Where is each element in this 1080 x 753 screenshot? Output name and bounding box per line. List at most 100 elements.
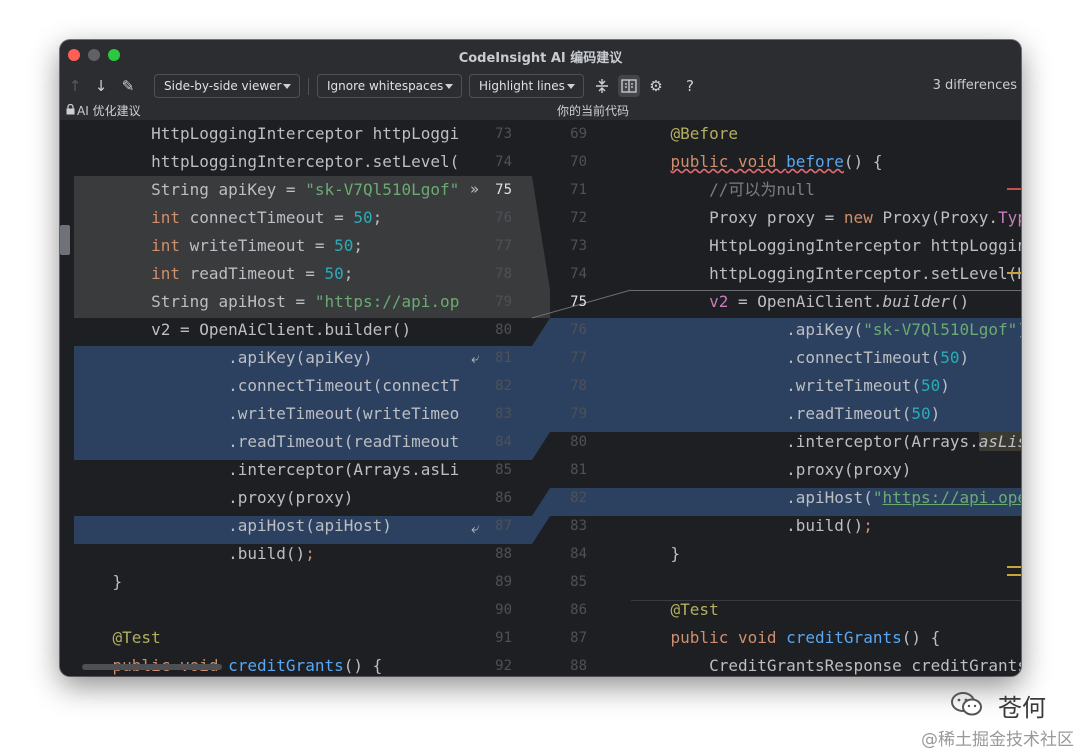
right-line-83: .build();: [632, 516, 873, 535]
left-line-number: 91: [495, 630, 512, 646]
right-line-number: 78: [570, 378, 587, 394]
left-line-73: HttpLoggingInterceptor httpLoggingInterc…: [151, 124, 459, 143]
right-line-72: Proxy proxy = new Proxy(Proxy.Type.HTTP,…: [632, 208, 1021, 227]
left-line-75: String apiKey = "sk-V7Ql510Lgof";: [74, 180, 459, 199]
left-edge: [60, 120, 74, 676]
left-line-number: 86: [495, 490, 512, 506]
help-button[interactable]: ?: [679, 75, 701, 97]
left-line-number: 73: [495, 126, 512, 142]
edit-icon[interactable]: ✎: [117, 75, 139, 97]
right-line-74: httpLoggingInterceptor.setLevel(HttpLogg…: [709, 264, 1021, 283]
left-line-81: .apiKey(apiKey): [74, 348, 373, 367]
right-line-84: }: [632, 544, 681, 563]
left-pane-title: AI 优化建议: [77, 104, 141, 118]
left-line-number: 74: [495, 154, 512, 170]
right-line-80: .interceptor(Arrays.asList(httpLoggingIn…: [632, 428, 1021, 456]
right-line-number: 72: [570, 210, 587, 226]
chevron-down-icon: [567, 84, 575, 89]
left-line-74: httpLoggingInterceptor.setLevel(HttpLogg…: [151, 152, 459, 171]
right-line-86: @Test: [670, 600, 719, 619]
left-line-number: 77: [495, 238, 512, 254]
right-line-number: 85: [570, 574, 587, 590]
right-line-82: .apiHost("https://api.openai.com/"): [632, 488, 1021, 507]
right-line-number: 73: [570, 238, 587, 254]
right-pane-label: 你的当前代码: [557, 104, 630, 118]
left-pane-label: AI 优化建议: [66, 102, 141, 119]
chevron-down-icon: [283, 84, 291, 89]
right-line-number: 76: [570, 322, 587, 338]
right-line-number: 75: [570, 294, 587, 310]
highlight-mode-label: Highlight lines: [479, 79, 565, 93]
left-line-number: 79: [495, 294, 512, 310]
right-line-number: 69: [570, 126, 587, 142]
watermark-author: 苍何: [998, 694, 1046, 722]
right-line-75: v2 = OpenAiClient.builder(): [709, 292, 970, 311]
left-line-80: v2 = OpenAiClient.builder(): [74, 320, 412, 339]
right-line-number: 82: [570, 490, 587, 506]
right-line-78: .writeTimeout(50): [632, 376, 950, 395]
left-line-83: .writeTimeout(writeTimeout): [74, 404, 459, 423]
right-line-number: 74: [570, 266, 587, 282]
right-line-number: 80: [570, 434, 587, 450]
arrow-down-icon[interactable]: ↓: [90, 75, 112, 97]
gear-icon[interactable]: ⚙: [645, 75, 667, 97]
highlight-mode-dropdown[interactable]: Highlight lines: [469, 74, 584, 98]
apply-change-icon[interactable]: ⤶: [471, 349, 479, 367]
right-line-81: .proxy(proxy): [632, 460, 912, 479]
diff-window: CodeInsight AI 编码建议 ↑ ↓ ✎ Side-by-side v…: [60, 40, 1021, 676]
left-line-82: .connectTimeout(connectTimeout): [228, 376, 459, 395]
left-line-number: 90: [495, 602, 512, 618]
right-line-number: 83: [570, 518, 587, 534]
left-line-number: 89: [495, 574, 512, 590]
right-line-76: .apiKey("sk-V7Ql510Lgof"): [632, 320, 1021, 339]
arrow-up-icon[interactable]: ↑: [64, 75, 86, 97]
window-title: CodeInsight AI 编码建议: [458, 51, 623, 66]
right-line-88: CreditGrantsResponse creditGrantsRespons…: [709, 656, 1021, 675]
viewer-mode-label: Side-by-side viewer: [164, 79, 282, 93]
right-line-79: .readTimeout(50): [632, 404, 941, 423]
diff-toolbar: ↑ ↓ ✎ Side-by-side viewer Ignore whitesp…: [60, 70, 1021, 102]
viewer-mode-dropdown[interactable]: Side-by-side viewer: [154, 74, 300, 98]
left-line-87: .apiHost(apiHost): [74, 516, 392, 535]
right-line-number: 84: [570, 546, 587, 562]
left-line-76: int connectTimeout = 50;: [151, 208, 383, 227]
right-line-number: 71: [570, 182, 587, 198]
right-line-number: 87: [570, 630, 587, 646]
right-line-85: [632, 568, 1021, 596]
right-line-87: public void creditGrants() {: [670, 628, 941, 647]
differences-count: 3 differences: [932, 78, 1017, 93]
right-line-77: .connectTimeout(50): [632, 348, 970, 367]
warning-stripe[interactable]: [1007, 566, 1021, 568]
warning-stripe[interactable]: [1007, 272, 1021, 274]
whitespace-mode-dropdown[interactable]: Ignore whitespaces: [317, 74, 462, 98]
right-line-number: 70: [570, 154, 587, 170]
right-line-number: 86: [570, 602, 587, 618]
left-line-77: int writeTimeout = 50;: [151, 236, 363, 255]
collapse-unchanged-icon[interactable]: [591, 75, 613, 97]
lock-icon: [66, 103, 75, 118]
accept-change-icon[interactable]: »: [470, 180, 479, 198]
right-line-69: @Before: [670, 124, 738, 143]
right-line-70: public void before() {: [670, 152, 883, 171]
pane-labels: AI 优化建议 你的当前代码: [60, 102, 1021, 120]
left-line-90: [74, 596, 459, 624]
left-line-number: 78: [495, 266, 512, 282]
left-line-number: 81: [495, 350, 512, 366]
scrollbar-marker[interactable]: [60, 225, 70, 255]
left-line-86: .proxy(proxy): [74, 488, 354, 507]
right-line-number: 81: [570, 462, 587, 478]
left-line-79: String apiHost = "https://api.openai.com…: [74, 292, 459, 311]
comment-text: //可以为null: [632, 180, 815, 199]
title-bar: CodeInsight AI 编码建议: [60, 40, 1021, 70]
watermark-site: @稀土掘金技术社区: [921, 730, 1074, 750]
left-line-91: @Test: [112, 628, 161, 647]
warning-stripe[interactable]: [1007, 574, 1021, 576]
apply-change-icon[interactable]: ⤶: [471, 519, 479, 537]
wechat-icon: [951, 692, 982, 716]
left-line-number: 83: [495, 406, 512, 422]
toolbar-divider: [308, 78, 309, 95]
left-line-number: 75: [495, 182, 512, 198]
horizontal-scrollbar[interactable]: [82, 664, 222, 670]
sync-scroll-icon[interactable]: [618, 75, 640, 97]
error-stripe[interactable]: [1007, 188, 1021, 190]
